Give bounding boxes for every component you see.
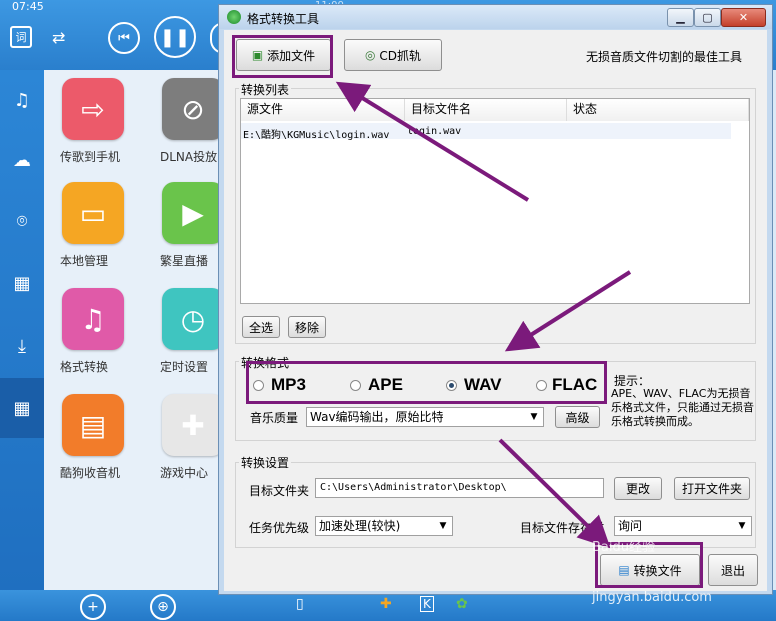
arrow-to-formats (504, 270, 632, 352)
watermark-url: jingyan.baidu.com (592, 590, 712, 605)
watermark: Baidu经验 (592, 540, 655, 555)
arrow-to-add-file (335, 81, 530, 202)
arrow-to-convert (498, 438, 611, 549)
annotation-arrows (335, 81, 632, 549)
